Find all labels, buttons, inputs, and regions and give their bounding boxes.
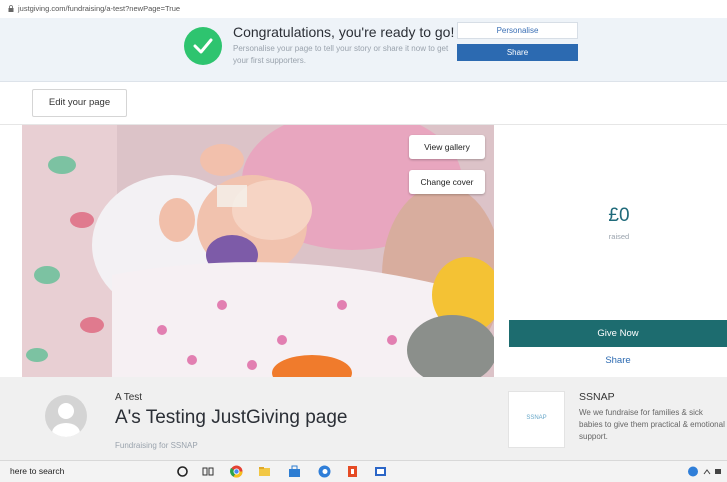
- taskbar-search[interactable]: here to search: [10, 466, 64, 476]
- edit-page-button[interactable]: Edit your page: [32, 89, 127, 117]
- cortana-icon[interactable]: [176, 465, 189, 478]
- share-button-top[interactable]: Share: [457, 44, 578, 61]
- view-gallery-button[interactable]: View gallery: [409, 135, 485, 159]
- file-explorer-icon[interactable]: [258, 465, 271, 478]
- edge-icon[interactable]: [318, 465, 331, 478]
- address-bar[interactable]: justgiving.com/fundraising/a-test?newPag…: [0, 0, 727, 18]
- lock-icon: [8, 5, 14, 12]
- personalise-button[interactable]: Personalise: [457, 22, 578, 39]
- cover-image: [22, 125, 494, 377]
- chrome-icon[interactable]: [230, 465, 243, 478]
- give-now-button[interactable]: Give Now: [509, 320, 727, 347]
- url-text: justgiving.com/fundraising/a-test?newPag…: [18, 4, 181, 13]
- banner-title: Congratulations, you're ready to go!: [233, 24, 455, 40]
- raised-amount: £0: [608, 205, 630, 226]
- tray-icons: [688, 466, 721, 477]
- system-tray[interactable]: [687, 465, 723, 478]
- share-link[interactable]: Share: [509, 355, 727, 366]
- page-owner: A Test: [115, 392, 143, 403]
- user-icon: [52, 403, 80, 437]
- edit-row: Edit your page: [0, 83, 727, 125]
- fundraising-for[interactable]: Fundraising for SSNAP: [115, 441, 198, 450]
- store-icon[interactable]: [288, 465, 301, 478]
- office-icon[interactable]: [346, 465, 359, 478]
- page-info-row: A Test A's Testing JustGiving page Fundr…: [0, 377, 727, 460]
- taskbar: here to search: [0, 460, 727, 482]
- charity-description: We we fundraise for families & sick babi…: [579, 408, 725, 441]
- checkmark-icon: [184, 27, 222, 65]
- charity-logo-text: SSNAP: [526, 415, 547, 421]
- congrats-banner: Congratulations, you're ready to go! Per…: [0, 18, 727, 82]
- raised-label: raised: [608, 232, 630, 241]
- cover-photo: View gallery Change cover: [22, 125, 494, 377]
- donation-panel: £0 raised Give Now Share: [494, 125, 727, 377]
- task-view-icon[interactable]: [202, 465, 215, 478]
- charity-logo[interactable]: SSNAP: [508, 391, 565, 448]
- mail-icon[interactable]: [374, 465, 387, 478]
- change-cover-button[interactable]: Change cover: [409, 170, 485, 194]
- page-title: A's Testing JustGiving page: [115, 407, 348, 428]
- charity-name[interactable]: SSNAP: [579, 391, 615, 403]
- banner-subtitle: Personalise your page to tell your story…: [233, 44, 449, 65]
- avatar: [45, 395, 87, 437]
